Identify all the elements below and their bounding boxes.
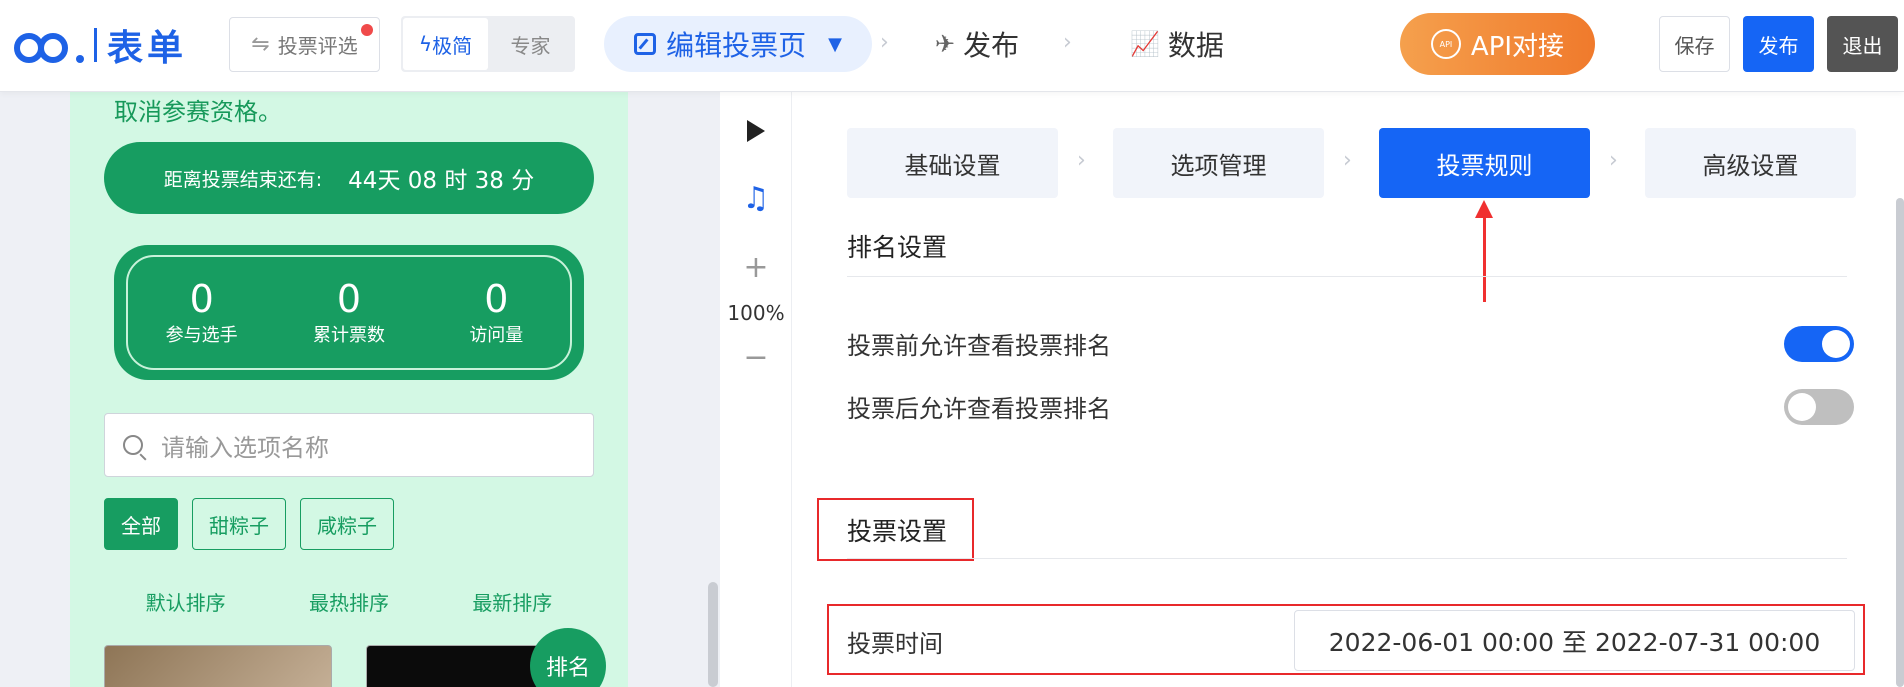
vote-time-range-picker[interactable]: 2022-06-01 00:00 至 2022-07-31 00:00 [1294,610,1855,671]
stat-label: 访问量 [469,325,524,347]
nav-step-data[interactable]: 📈 数据 [1130,22,1224,66]
top-header: 表单 ⇋ 投票评选 ϟ 极简 专家 编辑投票页 ▼ › ✈ 发布 › 📈 数据 … [0,0,1904,92]
stat-label: 累计票数 [312,325,385,347]
vote-type-label: 投票评选 [277,34,358,58]
tool-strip: ♫ + 100% − [720,92,792,687]
vote-type-selector[interactable]: ⇋ 投票评选 [229,17,380,72]
zoom-level-text: 100% [727,301,785,325]
ranking-button[interactable]: 排名 [530,628,606,687]
phone-preview: 取消参赛资格。 距离投票结束还有: 44天 08 时 38 分 0 参与选手 0… [70,92,628,687]
vote-section-title: 投票设置 [847,517,948,546]
swap-icon: ⇋ [251,32,270,57]
nav-step-publish-label: 发布 [963,29,1020,62]
publish-button[interactable]: 发布 [1743,16,1814,72]
edit-page-dropdown[interactable]: 编辑投票页 ▼ [604,16,872,72]
stat-visits: 0 访问量 [436,276,556,348]
settings-scrollbar[interactable] [1896,198,1904,687]
stat-participants: 0 参与选手 [142,276,262,348]
stat-value: 0 [484,276,509,321]
preview-area: 取消参赛资格。 距离投票结束还有: 44天 08 时 38 分 0 参与选手 0… [0,92,720,687]
send-icon: ✈ [935,30,956,58]
exit-button[interactable]: 退出 [1827,16,1898,72]
sort-newest[interactable]: 最新排序 [472,587,552,616]
api-icon: API [1430,29,1461,59]
option-search-input[interactable]: 请输入选项名称 [104,413,594,477]
settings-panel: 基础设置 › 选项管理 › 投票规则 › 高级设置 排名设置 投票前允许查看投票… [792,92,1904,687]
nav-step-publish[interactable]: ✈ 发布 [935,22,1019,66]
tab-advanced-settings[interactable]: 高级设置 [1645,128,1856,198]
allow-after-label: 投票后允许查看投票排名 [847,395,1111,423]
edit-page-label: 编辑投票页 [666,29,807,62]
countdown-banner: 距离投票结束还有: 44天 08 时 38 分 [104,142,594,214]
chevron-right-icon: › [880,30,889,55]
countdown-label: 距离投票结束还有: [163,168,323,191]
tab-vote-rules[interactable]: 投票规则 [1379,128,1590,198]
edit-icon [634,33,657,55]
mode-expert-label: 专家 [510,33,551,58]
zoom-level: 100% [720,298,792,328]
logo-mark-icon [14,25,90,65]
play-icon [747,120,765,142]
ranking-section-title: 排名设置 [847,233,948,262]
logo-divider [94,28,97,62]
lightning-icon: ϟ [418,32,433,56]
caret-down-icon: ▼ [828,33,842,55]
mode-simple-label: 极简 [432,33,473,58]
chevron-right-icon: › [1343,148,1352,173]
sort-options: 默认排序 最热排序 最新排序 [104,587,594,616]
play-button[interactable] [720,116,792,146]
line-chart-icon: 📈 [1130,30,1160,58]
minus-icon: − [743,339,769,375]
tab-basic-settings[interactable]: 基础设置 [847,128,1058,198]
logo-text: 表单 [107,28,188,69]
zoom-in-button[interactable]: + [720,249,792,285]
section-divider [847,558,1847,559]
stats-panel: 0 参与选手 0 累计票数 0 访问量 [114,245,584,380]
zoom-out-button[interactable]: − [720,339,792,375]
option-card-image[interactable] [104,645,332,687]
filter-chip-all[interactable]: 全部 [104,498,178,550]
mode-expert-button[interactable]: 专家 [488,18,573,70]
allow-after-toggle[interactable] [1784,389,1854,425]
annotation-arrow [1483,212,1486,302]
allow-before-label: 投票前允许查看投票排名 [847,332,1111,360]
countdown-value: 44天 08 时 38 分 [348,168,535,194]
section-divider [847,276,1847,277]
sort-hottest[interactable]: 最热排序 [309,587,389,616]
filter-chips: 全部 甜粽子 咸粽子 [104,498,394,550]
allow-before-toggle[interactable] [1784,326,1854,362]
mode-simple-button[interactable]: ϟ 极简 [403,18,488,70]
save-button[interactable]: 保存 [1659,16,1730,72]
stat-total-votes: 0 累计票数 [289,276,409,348]
chevron-right-icon: › [1609,148,1618,173]
music-note-icon: ♫ [742,180,770,216]
vote-time-label: 投票时间 [847,630,943,658]
preview-scrollbar[interactable] [708,582,718,687]
search-icon [123,435,143,455]
stat-value: 0 [336,276,362,321]
filter-chip-salty[interactable]: 咸粽子 [300,498,394,550]
chevron-right-icon: › [1077,148,1086,173]
brand-logo[interactable]: 表单 [14,22,188,69]
stat-label: 参与选手 [165,325,238,347]
api-label: API对接 [1470,31,1565,62]
mode-toggle: ϟ 极简 专家 [401,16,575,72]
notice-text: 取消参赛资格。 [114,98,282,126]
sort-default[interactable]: 默认排序 [146,587,226,616]
notification-dot [361,24,373,36]
chevron-right-icon: › [1063,30,1072,55]
filter-chip-sweet[interactable]: 甜粽子 [192,498,286,550]
api-integration-button[interactable]: API API对接 [1400,13,1595,75]
search-placeholder: 请输入选项名称 [161,433,329,462]
plus-icon: + [743,249,769,285]
nav-step-data-label: 数据 [1167,29,1224,62]
tab-option-management[interactable]: 选项管理 [1113,128,1324,198]
stat-value: 0 [189,276,214,321]
music-button[interactable]: ♫ [720,178,792,218]
